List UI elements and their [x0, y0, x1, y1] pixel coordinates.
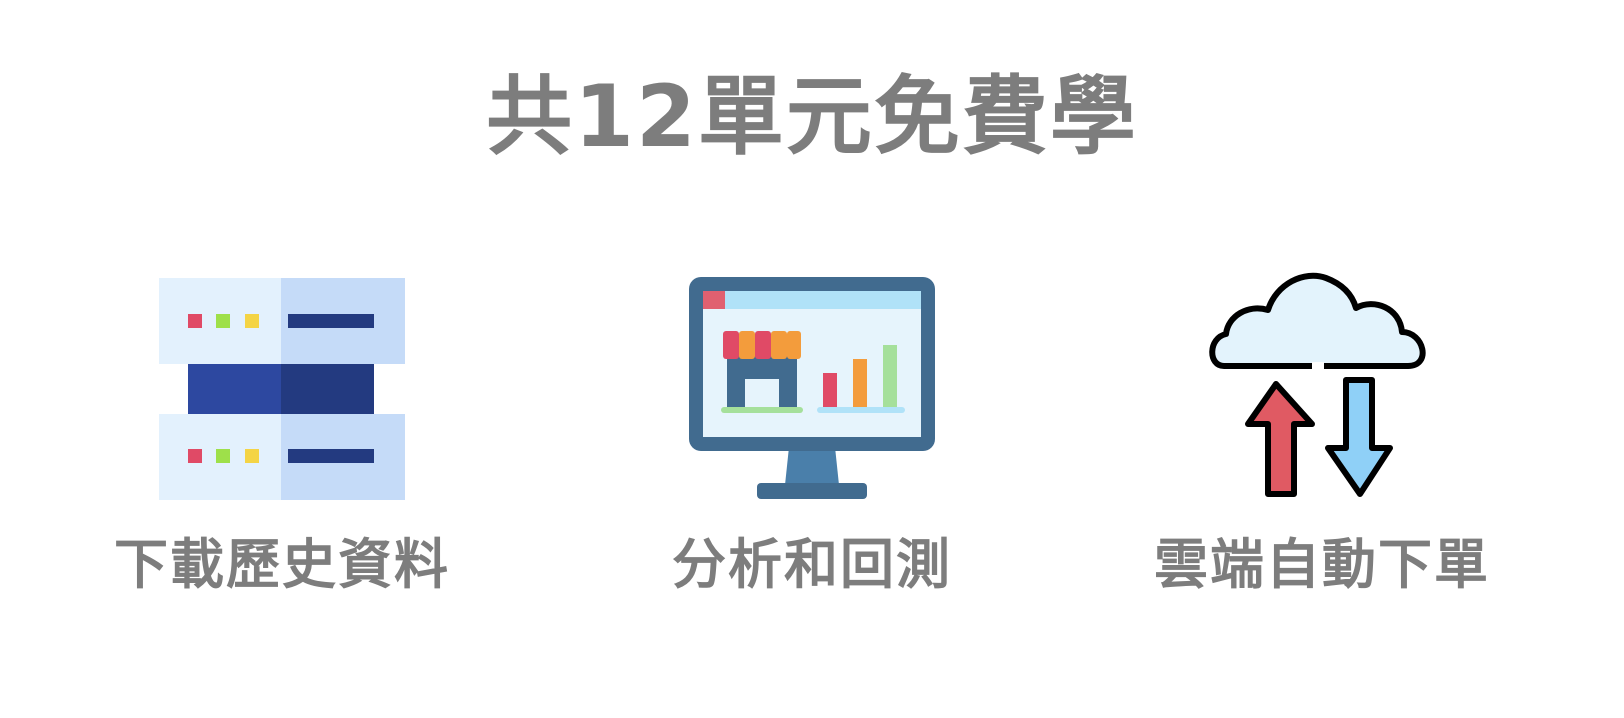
monitor-chart-icon [602, 270, 1022, 510]
feature-download-history: 下載歷史資料 [72, 270, 492, 600]
feature-label: 雲端自動下單 [1154, 533, 1490, 596]
feature-cloud-auto-order: 雲端自動下單 [1112, 270, 1532, 600]
feature-label: 下載歷史資料 [114, 533, 450, 596]
feature-analysis-backtest: 分析和回測 [602, 270, 1022, 600]
page-title: 共12單元免費學 [486, 67, 1138, 167]
server-database-icon [72, 270, 492, 510]
feature-label: 分析和回測 [672, 533, 952, 596]
cloud-sync-icon [1112, 270, 1532, 510]
